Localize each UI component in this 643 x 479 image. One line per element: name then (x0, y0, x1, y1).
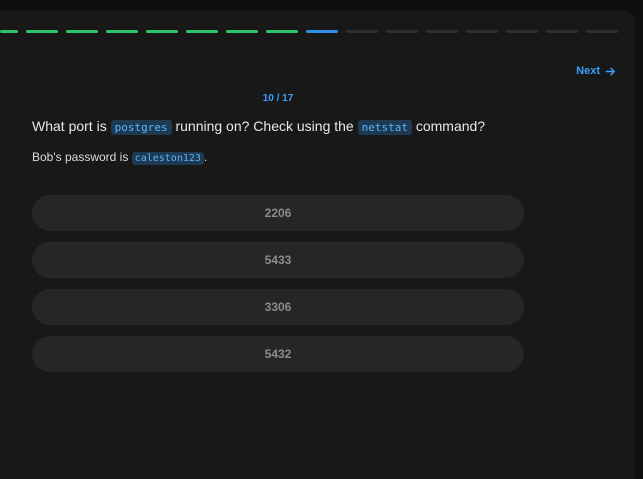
answer-label: 5433 (264, 253, 292, 267)
inline-code: netstat (357, 120, 412, 135)
next-label: Next (576, 65, 600, 77)
progress-segment (26, 30, 58, 33)
hint-suffix: . (203, 150, 208, 164)
progress-segment (506, 30, 538, 33)
inline-code: postgres (110, 120, 172, 135)
hint-text: Bob's password is caleston123. (32, 150, 208, 165)
progress-segment (426, 30, 458, 33)
progress-segment (106, 30, 138, 33)
hint-prefix: Bob's password is (32, 150, 132, 164)
answer-option[interactable]: 5432 (32, 336, 524, 372)
progress-segment (466, 30, 498, 33)
progress-segment (226, 30, 258, 33)
inline-code: caleston123 (131, 152, 204, 165)
answer-label: 2206 (264, 206, 292, 220)
question-part: What port is (32, 118, 111, 134)
answer-option[interactable]: 2206 (32, 195, 524, 231)
answer-label: 5432 (264, 347, 292, 361)
question-text: What port is postgres running on? Check … (32, 118, 486, 135)
answer-label: 3306 (264, 300, 292, 314)
progress-bar (0, 30, 618, 33)
progress-segment (186, 30, 218, 33)
progress-segment (586, 30, 618, 33)
progress-segment (146, 30, 178, 33)
question-part: command? (411, 118, 486, 134)
answer-option[interactable]: 5433 (32, 242, 524, 278)
answer-option[interactable]: 3306 (32, 289, 524, 325)
question-counter: 10 / 17 (262, 93, 294, 104)
progress-segment (66, 30, 98, 33)
arrow-right-icon (605, 67, 615, 75)
next-button[interactable]: Next (576, 65, 616, 77)
progress-segment (386, 30, 418, 33)
progress-segment (266, 30, 298, 33)
progress-segment (0, 30, 18, 33)
answer-options: 2206 5433 3306 5432 (32, 195, 524, 383)
question-part: running on? Check using the (171, 118, 358, 134)
progress-segment (306, 30, 338, 33)
progress-segment (346, 30, 378, 33)
progress-segment (546, 30, 578, 33)
